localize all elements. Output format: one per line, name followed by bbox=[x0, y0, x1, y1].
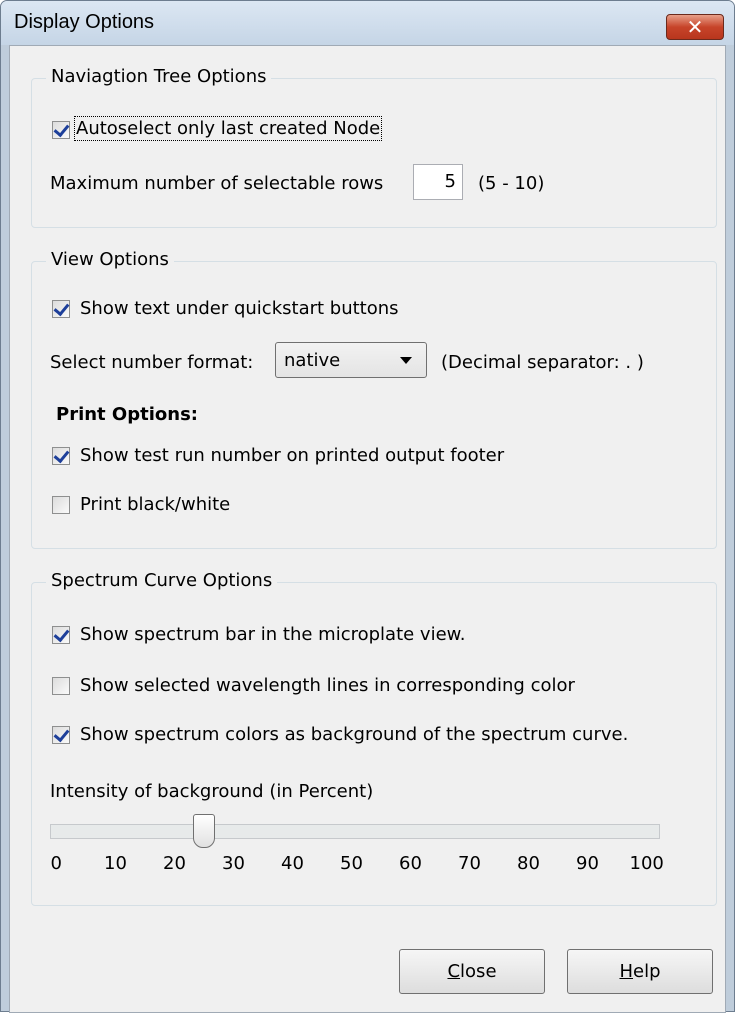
slider-tick-label: 80 bbox=[517, 853, 540, 874]
slider-tick-label: 40 bbox=[281, 853, 304, 874]
close-mnemonic: C bbox=[447, 961, 461, 982]
display-options-dialog: Display Options ✕ Naviagtion Tree Option… bbox=[0, 0, 735, 1013]
max-rows-input[interactable]: 5 bbox=[413, 164, 463, 200]
slider-tick-label: 90 bbox=[576, 853, 599, 874]
show-test-run-checkbox[interactable] bbox=[52, 447, 70, 465]
group-title: Spectrum Curve Options bbox=[46, 570, 278, 591]
show-wavelength-label[interactable]: Show selected wavelength lines in corres… bbox=[80, 675, 575, 696]
show-colors-label[interactable]: Show spectrum colors as background of th… bbox=[80, 724, 628, 745]
show-text-label[interactable]: Show text under quickstart buttons bbox=[80, 298, 399, 319]
intensity-slider-track[interactable] bbox=[50, 824, 660, 839]
help-button[interactable]: Help bbox=[567, 949, 713, 994]
dialog-title: Display Options bbox=[14, 11, 155, 33]
intensity-label: Intensity of background (in Percent) bbox=[50, 781, 374, 802]
slider-tick-label: 70 bbox=[458, 853, 481, 874]
max-rows-label: Maximum number of selectable rows bbox=[50, 173, 384, 194]
dialog-body: Naviagtion Tree Options Autoselect only … bbox=[9, 45, 726, 1013]
close-icon: ✕ bbox=[686, 15, 704, 39]
slider-tick-label: 0 bbox=[50, 853, 62, 874]
close-label-rest: lose bbox=[460, 961, 497, 982]
intensity-slider-thumb[interactable] bbox=[192, 814, 215, 848]
help-mnemonic: H bbox=[619, 961, 634, 982]
show-text-checkbox[interactable] bbox=[52, 300, 70, 318]
slider-tick-label: 60 bbox=[399, 853, 422, 874]
number-format-label: Select number format: bbox=[50, 352, 254, 373]
show-colors-checkbox[interactable] bbox=[52, 726, 70, 744]
slider-tick-label: 10 bbox=[104, 853, 127, 874]
number-format-value: native bbox=[284, 350, 341, 371]
help-label-rest: elp bbox=[633, 961, 661, 982]
print-bw-checkbox[interactable] bbox=[52, 496, 70, 514]
group-title: View Options bbox=[46, 249, 174, 270]
close-window-button[interactable]: ✕ bbox=[666, 14, 724, 40]
max-rows-range: (5 - 10) bbox=[478, 173, 545, 194]
navigation-tree-options-group: Naviagtion Tree Options bbox=[31, 66, 717, 228]
slider-tick-label: 20 bbox=[163, 853, 186, 874]
autoselect-label[interactable]: Autoselect only last created Node bbox=[73, 116, 383, 141]
close-button[interactable]: Close bbox=[399, 949, 545, 994]
show-bar-checkbox[interactable] bbox=[52, 626, 70, 644]
show-bar-label[interactable]: Show spectrum bar in the microplate view… bbox=[80, 624, 465, 645]
number-format-select[interactable]: native bbox=[275, 342, 427, 378]
title-bar[interactable]: Display Options ✕ bbox=[1, 1, 734, 45]
slider-tick-label: 30 bbox=[222, 853, 245, 874]
show-test-run-label[interactable]: Show test run number on printed output f… bbox=[80, 445, 504, 466]
autoselect-checkbox[interactable] bbox=[52, 121, 70, 139]
slider-tick-label: 50 bbox=[340, 853, 363, 874]
chevron-down-icon bbox=[400, 357, 412, 364]
decimal-separator-text: (Decimal separator: . ) bbox=[441, 352, 644, 373]
print-bw-label[interactable]: Print black/white bbox=[80, 494, 230, 515]
group-title: Naviagtion Tree Options bbox=[46, 66, 272, 87]
show-wavelength-checkbox[interactable] bbox=[52, 677, 70, 695]
slider-tick-label: 100 bbox=[629, 853, 664, 874]
print-options-heading: Print Options: bbox=[56, 404, 198, 425]
